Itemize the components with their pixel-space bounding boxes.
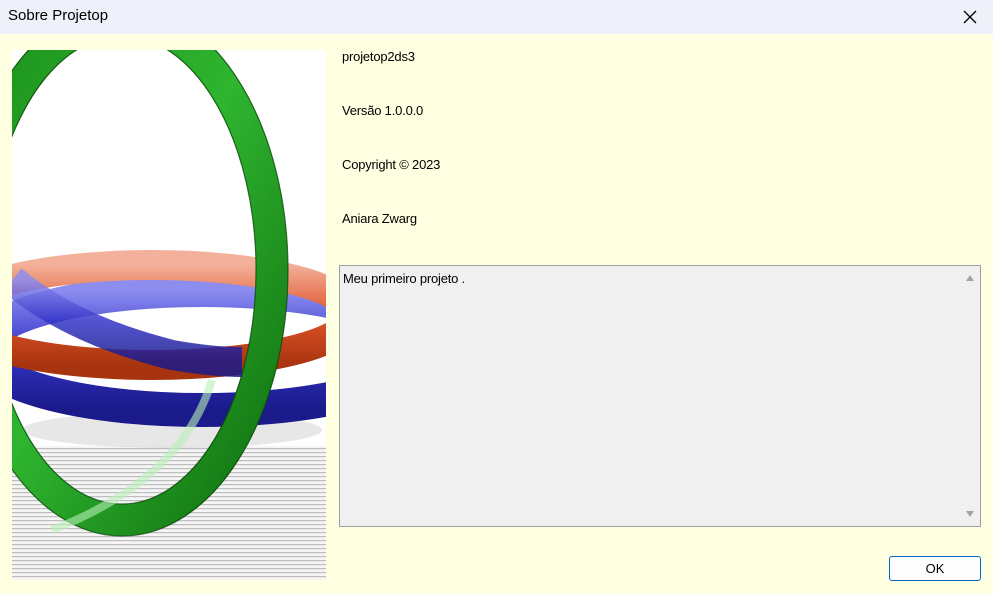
description-text: Meu primeiro projeto . [343,271,466,286]
copyright-label: Copyright © 2023 [342,157,441,172]
company-label: Aniara Zwarg [342,211,417,226]
window-title: Sobre Projetop [8,7,109,24]
vertical-scrollbar[interactable] [960,266,980,526]
title-bar: Sobre Projetop [0,0,993,34]
ok-button[interactable]: OK [889,556,981,581]
scroll-up-button[interactable] [960,268,980,288]
description-textbox[interactable]: Meu primeiro projeto . [339,265,981,527]
close-button[interactable] [947,0,993,34]
dialog-body: projetop2ds3 Versão 1.0.0.0 Copyright © … [0,34,993,594]
triangle-down-icon [966,511,974,517]
scroll-down-button[interactable] [960,504,980,524]
triangle-up-icon [966,275,974,281]
close-icon [963,10,977,24]
logo-image [12,50,326,580]
product-name: projetop2ds3 [342,49,415,64]
version-label: Versão 1.0.0.0 [342,103,424,118]
